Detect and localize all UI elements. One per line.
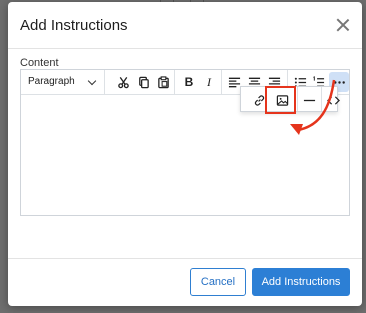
cut-icon[interactable] [113, 72, 133, 92]
format-select[interactable]: Paragraph [21, 70, 105, 94]
annotation-arrow [290, 79, 336, 135]
add-instructions-button[interactable]: Add Instructions [252, 268, 350, 296]
copy-icon[interactable] [133, 72, 153, 92]
chevron-down-icon [87, 76, 97, 86]
footer-divider [8, 258, 362, 259]
bold-icon[interactable]: B [179, 72, 199, 92]
italic-icon[interactable]: I [199, 72, 219, 92]
format-select-value: Paragraph [28, 76, 75, 87]
dialog-title: Add Instructions [20, 17, 128, 34]
clipboard-group [105, 70, 175, 94]
text-style-group: B I [175, 70, 222, 94]
paste-icon[interactable] [153, 72, 173, 92]
background-text [0, 48, 8, 60]
content-label: Content [20, 57, 59, 69]
cancel-button[interactable]: Cancel [190, 268, 246, 296]
add-instructions-dialog: Add Instructions Content Paragraph B I C… [8, 2, 362, 306]
close-icon[interactable] [334, 16, 352, 34]
dialog-header: Add Instructions [8, 2, 362, 49]
